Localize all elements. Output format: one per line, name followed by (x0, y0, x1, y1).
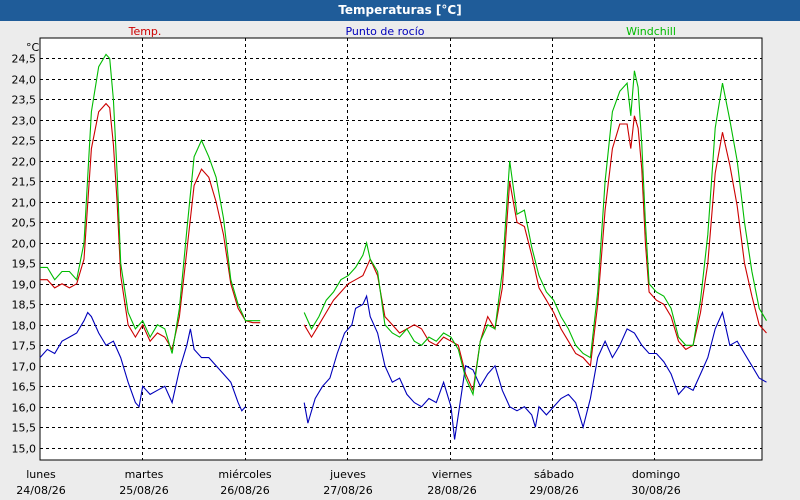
y-tick-label: 15,5 (12, 422, 37, 435)
x-axis: lunes 24/08/26 martes 25/08/26 miércoles 26/0… (16, 468, 680, 497)
y-tick-label: 17,0 (12, 361, 37, 374)
x-tick-date: 27/08/26 (323, 484, 372, 497)
y-tick-label: 20,5 (12, 217, 37, 230)
y-tick-label: 24,5 (12, 53, 37, 66)
x-tick-day: domingo (632, 468, 680, 481)
y-tick-label: 18,0 (12, 320, 37, 333)
y-tick-label: 17,5 (12, 340, 37, 353)
x-tick-day: martes (125, 468, 164, 481)
x-tick-date: 25/08/26 (119, 484, 168, 497)
x-tick-day: lunes (26, 468, 56, 481)
legend-punto-de-roc-o: Punto de rocío (345, 25, 424, 38)
y-tick-label: 15,0 (12, 443, 37, 456)
y-tick-label: 21,5 (12, 176, 37, 189)
y-tick-label: 22,5 (12, 135, 37, 148)
x-tick-date: 26/08/26 (220, 484, 269, 497)
legend: Temp. Punto de rocío Windchill (128, 25, 676, 38)
x-tick-day: miércoles (218, 468, 271, 481)
y-tick-label: 20,0 (12, 238, 37, 251)
y-axis: °C 15,015,516,016,517,017,518,018,519,01… (12, 41, 40, 456)
y-tick-label: 16,5 (12, 381, 37, 394)
y-tick-label: 18,5 (12, 299, 37, 312)
x-tick-date: 28/08/26 (427, 484, 476, 497)
x-tick-date: 24/08/26 (16, 484, 65, 497)
plot-area (39, 37, 763, 461)
legend-windchill: Windchill (626, 25, 676, 38)
y-tick-label: 19,0 (12, 279, 37, 292)
y-tick-label: 19,5 (12, 258, 37, 271)
x-tick-day: viernes (432, 468, 472, 481)
x-tick-date: 30/08/26 (631, 484, 680, 497)
y-tick-label: 22,0 (12, 156, 37, 169)
x-tick-day: jueves (329, 468, 366, 481)
x-tick-date: 29/08/26 (529, 484, 578, 497)
x-tick-day: sábado (534, 468, 574, 481)
temperature-chart: °C 15,015,516,016,517,017,518,018,519,01… (12, 25, 767, 497)
y-tick-label: 16,0 (12, 402, 37, 415)
y-tick-label: 23,5 (12, 94, 37, 107)
y-tick-label: 24,0 (12, 74, 37, 87)
legend-temp: Temp. (128, 25, 162, 38)
y-tick-label: 23,0 (12, 115, 37, 128)
y-tick-label: 21,0 (12, 197, 37, 210)
